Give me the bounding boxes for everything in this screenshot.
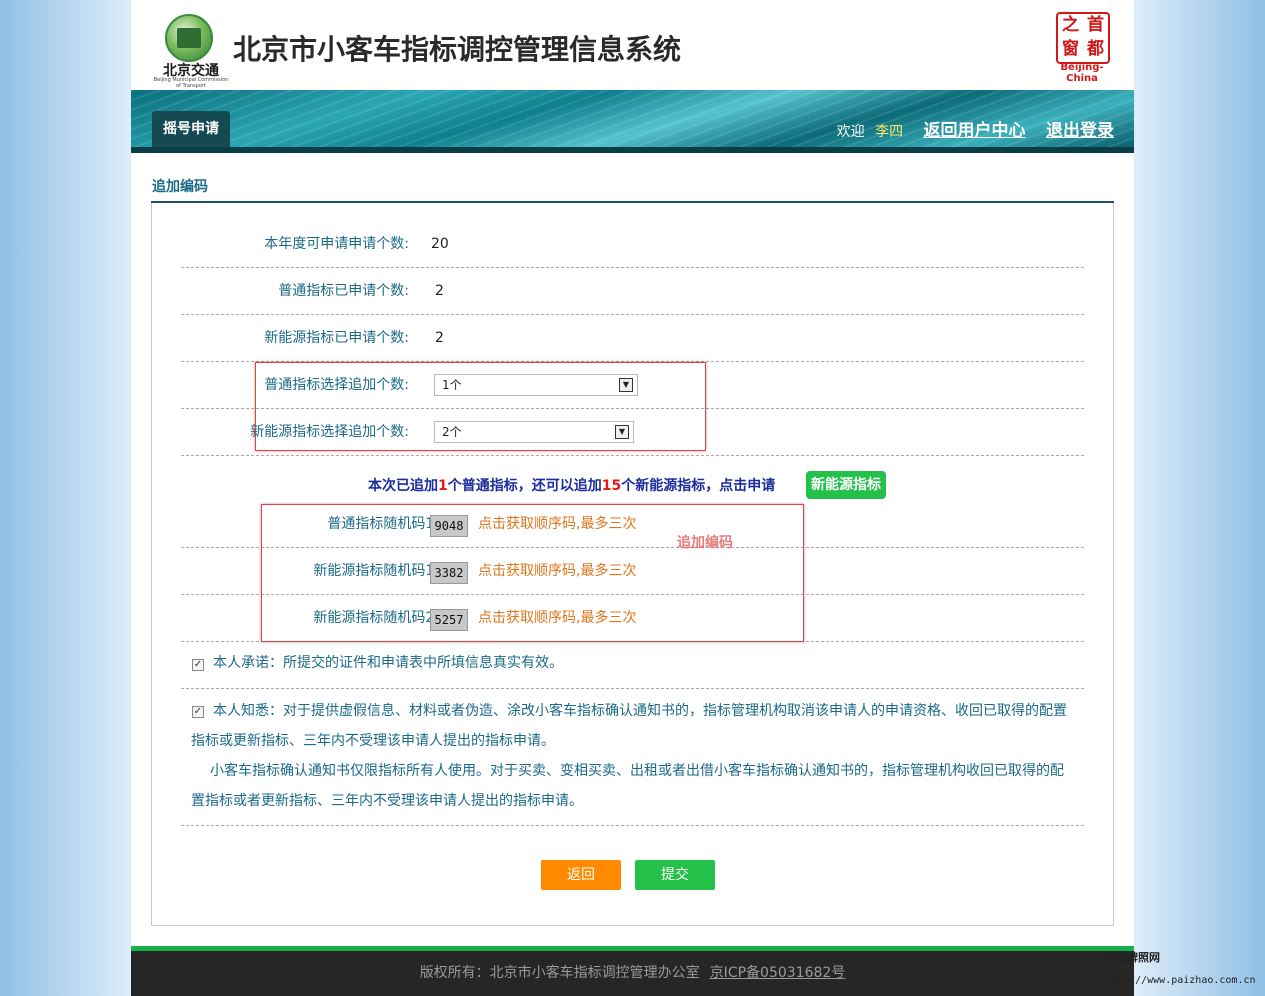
capital-window-seal: 之 首 窗 都 (1056, 12, 1110, 64)
awareness-text: 指标或更新指标、三年内不受理该申请人提出的指标申请。 (191, 733, 555, 749)
ev-apply-button[interactable]: 新能源指标 (806, 471, 886, 499)
seal-char: 首 (1087, 15, 1104, 35)
ev-applied-value: 2 (435, 330, 444, 346)
seal-char: 都 (1087, 39, 1104, 59)
username: 李四 (875, 124, 904, 140)
awareness-row: ✓ 本人知悉：对于提供虚假信息、材料或者伪造、涂改小客车指标确认通知书的，指标管… (181, 689, 1084, 826)
section-title: 追加编码 (152, 179, 208, 195)
globe-icon (165, 14, 213, 62)
notice-text: 本次已追加 (368, 478, 438, 494)
beijing-transport-logo: 北京交通 Beijing Municipal Commission of Tra… (151, 8, 229, 89)
pledge-text: 本人承诺：所提交的证件和申请表中所填信息真实有效。 (213, 655, 563, 671)
normal-applied-row: 普通指标已申请个数: 2 (181, 268, 1084, 315)
site-title: 北京市小客车指标调控管理信息系统 (233, 33, 682, 66)
back-button[interactable]: 返回 (541, 860, 621, 890)
user-center-link[interactable]: 返回用户中心 (924, 121, 1026, 141)
pledge-row: ✓ 本人承诺：所提交的证件和申请表中所填信息真实有效。 (181, 642, 1084, 689)
add-count-highlight (255, 362, 706, 451)
footer: 版权所有：北京市小客车指标调控管理办公室 京ICP备05031682号 (131, 951, 1134, 996)
seal-caption: Beijing-China (1060, 62, 1104, 84)
notice-text: 个新能源指标，点击申请 (621, 478, 776, 494)
normal-applied-label: 普通指标已申请个数: (278, 283, 409, 299)
submit-button[interactable]: 提交 (635, 860, 715, 890)
tab-lottery-application[interactable]: 摇号申请 (152, 111, 230, 147)
normal-applied-value: 2 (435, 283, 444, 299)
notice-text: 个普通指标，还可以追加 (447, 478, 602, 494)
awareness-text: 置指标或者更新指标、三年内不受理该申请人提出的指标申请。 (191, 793, 583, 809)
seal-char: 窗 (1062, 39, 1079, 59)
awareness-text: 小客车指标确认通知书仅限指标所有人使用。对于买卖、变相买卖、出租或者出借小客车指… (210, 763, 1064, 779)
annual-quota-row: 本年度可申请申请个数: 20 (181, 221, 1084, 268)
watermark-url: http://www.paizhao.com.cn (1105, 975, 1256, 986)
icp-link[interactable]: 京ICP备05031682号 (710, 965, 846, 981)
seal-char: 之 (1062, 15, 1079, 35)
nav-banner: 摇号申请 欢迎 李四 返回用户中心 退出登录 (131, 90, 1134, 153)
header: 北京交通 Beijing Municipal Commission of Tra… (131, 0, 1134, 90)
ev-applied-label: 新能源指标已申请个数: (264, 330, 409, 346)
watermark-title: 中国牌照网 (1105, 951, 1160, 964)
codes-highlight (261, 504, 804, 642)
page: 北京交通 Beijing Municipal Commission of Tra… (131, 0, 1134, 996)
notice-ev-count: 15 (601, 478, 622, 494)
add-notice: 本次已追加1个普通指标，还可以追加15个新能源指标，点击申请 (368, 475, 775, 497)
annual-quota-value: 20 (431, 236, 449, 252)
logo-subtext: Beijing Municipal Commission of Transpor… (153, 77, 229, 89)
logout-link[interactable]: 退出登录 (1046, 121, 1114, 141)
annual-quota-label: 本年度可申请申请个数: (264, 236, 409, 252)
pledge-checkbox[interactable]: ✓ (192, 659, 204, 671)
add-code-annotation: 追加编码 (677, 535, 733, 551)
copyright-text: 版权所有：北京市小客车指标调控管理办公室 (419, 965, 700, 981)
notice-normal-count: 1 (438, 478, 448, 494)
awareness-text: 本人知悉：对于提供虚假信息、材料或者伪造、涂改小客车指标确认通知书的，指标管理机… (213, 703, 1067, 719)
welcome-text: 欢迎 (836, 124, 865, 140)
awareness-checkbox[interactable]: ✓ (192, 706, 204, 718)
ev-applied-row: 新能源指标已申请个数: 2 (181, 315, 1084, 362)
user-bar: 欢迎 李四 返回用户中心 退出登录 (837, 116, 1114, 141)
